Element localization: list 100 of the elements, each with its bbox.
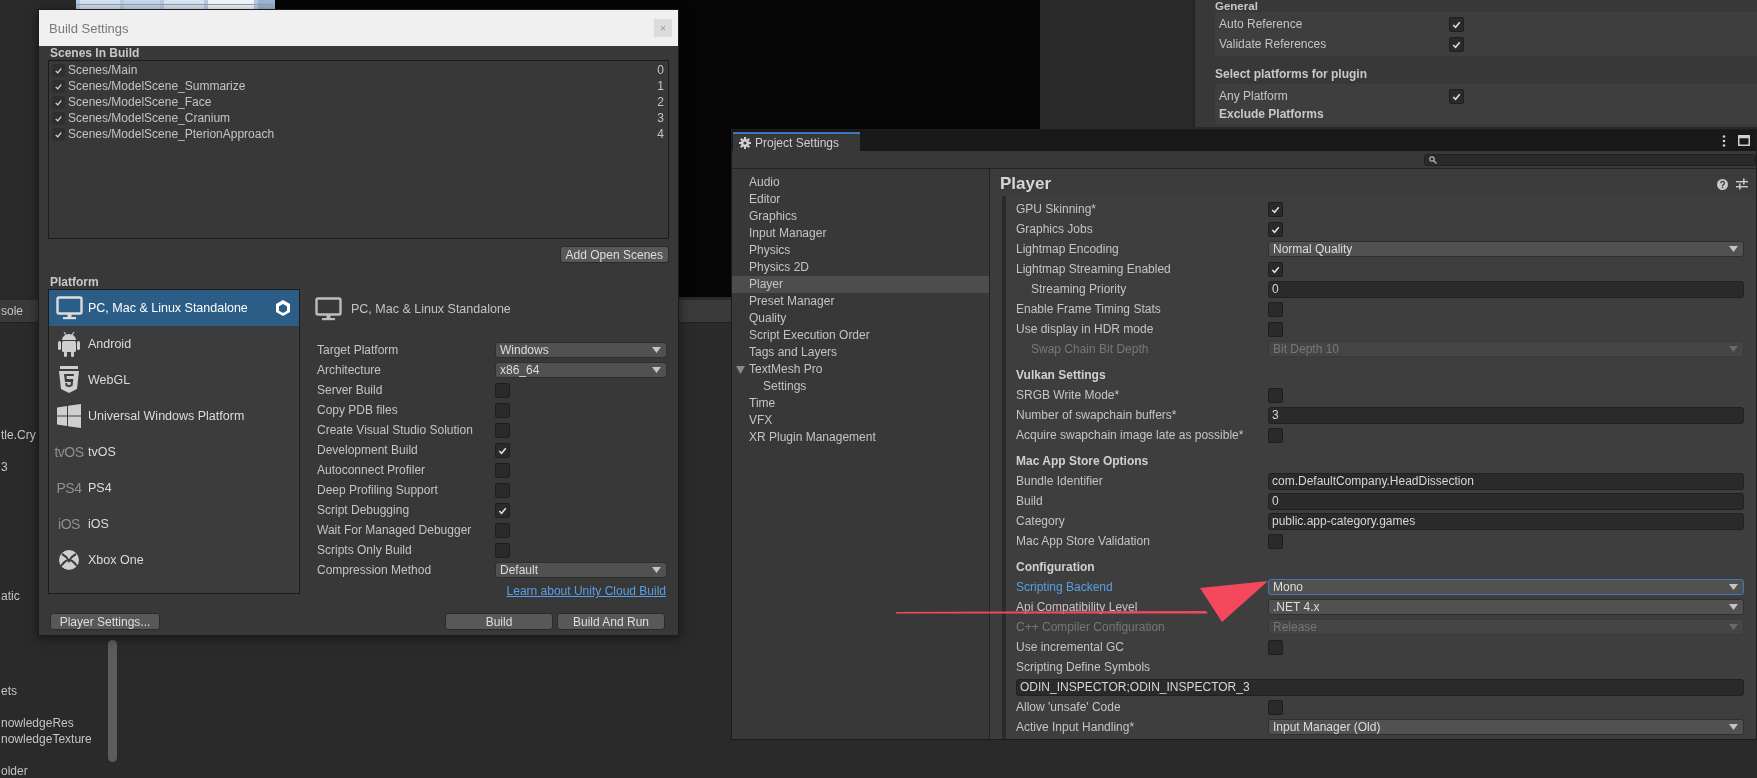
dropdown[interactable]: Default bbox=[495, 562, 667, 578]
project-item[interactable]: ets bbox=[1, 684, 17, 698]
caret-icon bbox=[1729, 246, 1738, 252]
help-icon[interactable] bbox=[1717, 178, 1728, 190]
checkbox[interactable] bbox=[1268, 699, 1283, 715]
platform-item[interactable]: iOS iOS bbox=[49, 506, 299, 542]
dropdown[interactable]: Mono bbox=[1268, 579, 1744, 595]
platform-item[interactable]: Universal Windows Platform bbox=[49, 398, 299, 434]
option-label: Autoconnect Profiler bbox=[316, 463, 427, 477]
platform-item[interactable]: tvOS tvOS bbox=[49, 434, 299, 470]
project-item[interactable]: tle.Cry bbox=[1, 428, 36, 442]
checkbox[interactable] bbox=[1268, 639, 1283, 655]
input-field[interactable]: ODIN_INSPECTOR;ODIN_INSPECTOR_3 bbox=[1016, 678, 1744, 696]
tab[interactable]: Project Settings bbox=[733, 132, 860, 151]
android-robot-icon bbox=[58, 330, 80, 358]
platform-item[interactable]: Android bbox=[49, 326, 299, 362]
nav-item[interactable]: Preset Manager bbox=[732, 293, 989, 310]
checkbox[interactable] bbox=[1449, 16, 1464, 32]
scene-path[interactable]: Scenes/Main bbox=[68, 63, 644, 77]
tab[interactable]: sole bbox=[1, 300, 29, 322]
project-item[interactable]: older bbox=[1, 764, 28, 778]
platform-item[interactable]: PC, Mac & Linux Standalone bbox=[49, 290, 299, 326]
nav-item[interactable]: Physics 2D bbox=[732, 259, 989, 276]
checkbox[interactable] bbox=[495, 402, 510, 418]
scroll-bar[interactable] bbox=[108, 640, 117, 762]
scene-index: 0 bbox=[656, 63, 664, 77]
add-open-scenes-button[interactable]: Add Open Scenes bbox=[559, 246, 669, 263]
checkbox[interactable] bbox=[495, 522, 510, 538]
build-button[interactable]: Build bbox=[445, 613, 553, 630]
scene-path[interactable]: Scenes/ModelScene_Summarize bbox=[68, 79, 644, 93]
scene-path[interactable]: Scenes/ModelScene_Face bbox=[68, 95, 644, 109]
maximize-icon[interactable] bbox=[1738, 135, 1750, 146]
platform-item[interactable]: WebGL bbox=[49, 362, 299, 398]
nav-item[interactable]: Editor bbox=[732, 191, 989, 208]
nav-item[interactable]: Time bbox=[732, 395, 989, 412]
checkbox[interactable] bbox=[1268, 387, 1283, 403]
build-and-run-button[interactable]: Build And Run bbox=[557, 613, 665, 630]
nav-item[interactable]: Graphics bbox=[732, 208, 989, 225]
platform-item[interactable]: Xbox One bbox=[49, 542, 299, 578]
search-field[interactable] bbox=[1424, 153, 1756, 166]
scene-path[interactable]: Scenes/ModelScene_Cranium bbox=[68, 111, 644, 125]
nav-item[interactable]: XR Plugin Management bbox=[732, 429, 989, 446]
caret-icon bbox=[1729, 724, 1738, 730]
checkbox[interactable] bbox=[1449, 88, 1464, 104]
dropdown[interactable]: x86_64 bbox=[495, 362, 667, 378]
checkbox[interactable] bbox=[495, 422, 510, 438]
scene-path[interactable]: Scenes/ModelScene_PterionApproach bbox=[68, 127, 644, 141]
checkbox[interactable] bbox=[495, 502, 510, 518]
section-heading: General bbox=[1215, 0, 1259, 12]
project-item[interactable]: nowledgeRes bbox=[1, 716, 74, 730]
nav-item[interactable]: Settings bbox=[732, 378, 989, 395]
checkbox[interactable] bbox=[1268, 301, 1283, 317]
checkbox[interactable] bbox=[1449, 36, 1464, 52]
checkbox[interactable] bbox=[1268, 201, 1283, 217]
nav-item[interactable]: Audio bbox=[732, 174, 989, 191]
project-item[interactable]: 3 bbox=[1, 460, 8, 474]
checkbox[interactable] bbox=[52, 63, 65, 77]
nav-item[interactable]: Physics bbox=[732, 242, 989, 259]
project-item[interactable]: atic bbox=[1, 589, 20, 603]
nav-item[interactable]: Script Execution Order bbox=[732, 327, 989, 344]
dropdown[interactable]: Windows bbox=[495, 342, 667, 358]
nav-item[interactable]: TextMesh Pro bbox=[732, 361, 989, 378]
checkbox[interactable] bbox=[1268, 261, 1283, 277]
setting-label: Scripting Define Symbols bbox=[1016, 660, 1152, 674]
nav-item[interactable]: VFX bbox=[732, 412, 989, 429]
checkbox[interactable] bbox=[495, 482, 510, 498]
checkbox[interactable] bbox=[1268, 427, 1283, 443]
platform-item[interactable]: PS4 PS4 bbox=[49, 470, 299, 506]
nav-item[interactable]: Tags and Layers bbox=[732, 344, 989, 361]
input-field[interactable]: com.DefaultCompany.HeadDissection bbox=[1268, 472, 1744, 490]
checkbox[interactable] bbox=[52, 95, 65, 109]
checkbox[interactable] bbox=[52, 79, 65, 93]
nav-item[interactable]: Quality bbox=[732, 310, 989, 327]
input-field[interactable]: 0 bbox=[1268, 280, 1744, 298]
dropdown[interactable]: Normal Quality bbox=[1268, 241, 1744, 257]
input-field[interactable]: public.app-category.games bbox=[1268, 512, 1744, 530]
caret-icon[interactable] bbox=[736, 366, 745, 374]
checkbox[interactable] bbox=[1268, 321, 1283, 337]
nav-item[interactable]: Player bbox=[732, 276, 989, 293]
checkbox[interactable] bbox=[495, 462, 510, 478]
checkbox[interactable] bbox=[495, 382, 510, 398]
dropdown[interactable]: .NET 4.x bbox=[1268, 599, 1744, 615]
checkbox[interactable] bbox=[52, 127, 65, 141]
more-options-icon[interactable] bbox=[1722, 134, 1726, 147]
sliders-icon[interactable] bbox=[1736, 178, 1748, 190]
checkbox[interactable] bbox=[495, 542, 510, 558]
checkbox[interactable] bbox=[1268, 221, 1283, 237]
checkbox[interactable] bbox=[52, 111, 65, 125]
checkbox[interactable] bbox=[1268, 533, 1283, 549]
dropdown[interactable]: Input Manager (Old) bbox=[1268, 719, 1744, 735]
setting-label: Api Compatibility Level bbox=[1016, 600, 1139, 614]
cloud-build-link[interactable]: Learn about Unity Cloud Build bbox=[506, 584, 666, 598]
nav-item[interactable]: Input Manager bbox=[732, 225, 989, 242]
checkbox[interactable] bbox=[495, 442, 510, 458]
input-field[interactable]: 3 bbox=[1268, 406, 1744, 424]
project-item[interactable]: nowledgeTexture bbox=[1, 732, 92, 746]
input-field[interactable]: 0 bbox=[1268, 492, 1744, 510]
player-settings-button[interactable]: Player Settings... bbox=[50, 613, 160, 630]
setting-label: Graphics Jobs bbox=[1016, 222, 1094, 236]
scene-index: 1 bbox=[656, 79, 664, 93]
